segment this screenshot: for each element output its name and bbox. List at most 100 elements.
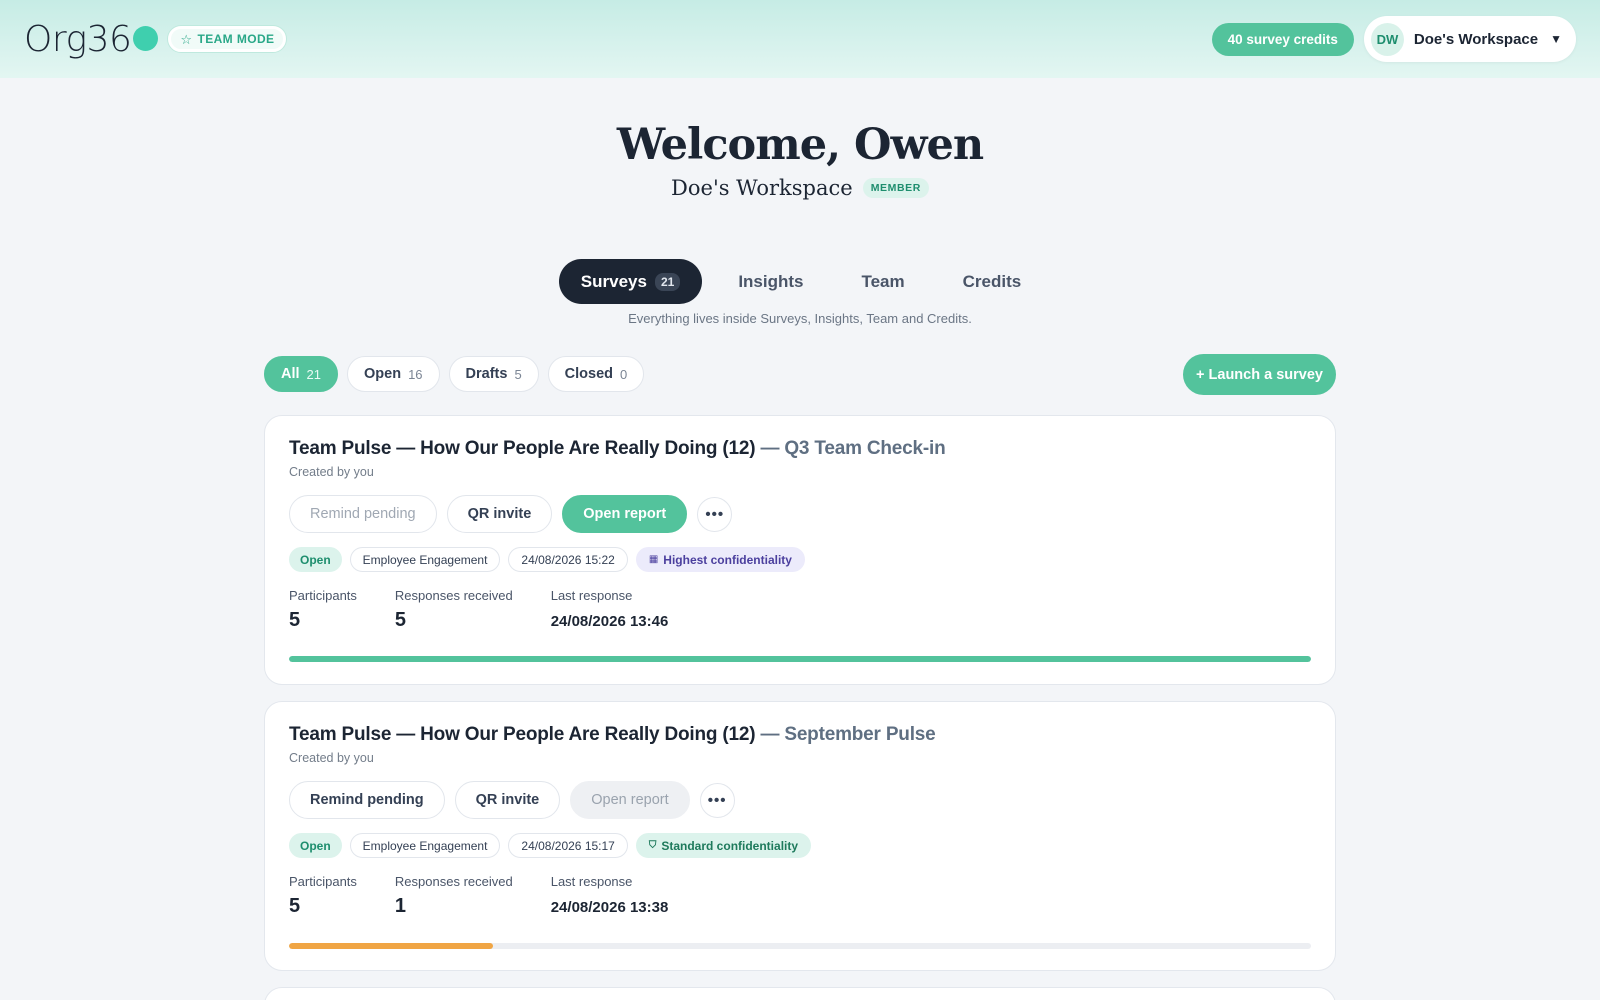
confidentiality-label: Standard confidentiality <box>661 838 799 853</box>
qr-invite-button[interactable]: QR invite <box>454 781 561 819</box>
page-title: Welcome, Owen <box>616 120 984 170</box>
response-progress-bar <box>289 943 1311 949</box>
filter-all[interactable]: All 21 <box>264 356 338 392</box>
more-options-icon[interactable]: ••• <box>699 782 735 818</box>
tab-credits[interactable]: Credits <box>941 259 1044 304</box>
tabs-hint: Everything lives inside Surveys, Insight… <box>628 311 972 326</box>
survey-filters: All 21 Open 16 Drafts 5 Closed 0 <box>264 356 645 392</box>
remind-pending-button[interactable]: Remind pending <box>289 495 437 533</box>
survey-card: Team Pulse — How Our People Are Really D… <box>264 701 1336 971</box>
stat-participants: Participants 5 <box>289 588 357 632</box>
status-badge: Open <box>289 833 342 858</box>
stat-responses: Responses received 5 <box>395 588 513 632</box>
datetime-tag: 24/08/2026 15:22 <box>508 547 628 572</box>
stat-value: 5 <box>289 609 301 631</box>
survey-card <box>264 987 1336 1000</box>
tab-label: Team <box>861 271 905 291</box>
stat-label: Responses received <box>394 588 513 603</box>
survey-card: Team Pulse — How Our People Are Really D… <box>264 415 1336 685</box>
tab-label: Insights <box>738 271 804 291</box>
logo-dot <box>133 25 159 51</box>
confidentiality-tag: ⛉ Standard confidentiality <box>635 833 812 858</box>
survey-title[interactable]: Team Pulse — How Our People Are Really D… <box>289 438 1311 460</box>
survey-credits-pill[interactable]: 40 survey credits <box>1211 22 1354 56</box>
avatar: DW <box>1370 22 1404 56</box>
caret-down-icon: ▼ <box>1550 32 1562 46</box>
filter-drafts[interactable]: Drafts 5 <box>448 356 539 392</box>
more-options-icon[interactable]: ••• <box>697 496 733 532</box>
workspace-switcher[interactable]: DW Doe's Workspace ▼ <box>1363 16 1576 62</box>
stat-responses: Responses received 1 <box>395 874 513 918</box>
stat-label: Participants <box>289 588 357 603</box>
tab-count-badge: 21 <box>654 272 681 291</box>
stat-value: 5 <box>289 895 301 917</box>
open-report-button[interactable]: Open report <box>570 781 690 819</box>
header-right: 40 survey credits DW Doe's Workspace ▼ <box>1211 16 1576 62</box>
stat-label: Last response <box>550 588 633 603</box>
main-tabs: Surveys 21 Insights Team Credits <box>0 259 1600 304</box>
survey-stats: Participants 5 Responses received 5 Last… <box>289 588 1311 632</box>
workspace-name: Doe's Workspace <box>1413 30 1539 48</box>
team-mode-badge: ☆ TEAM MODE <box>168 26 287 52</box>
response-progress-fill <box>289 656 1311 662</box>
logo-text: Org36 <box>24 18 132 60</box>
brand: Org36 ☆ TEAM MODE <box>24 18 287 60</box>
survey-creator: Created by you <box>289 751 374 765</box>
category-tag: Employee Engagement <box>349 833 501 858</box>
survey-title-text: Team Pulse — How Our People Are Really D… <box>289 724 756 745</box>
title-separator: — <box>755 724 785 745</box>
stat-value: 24/08/2026 13:46 <box>550 613 669 630</box>
qr-invite-button[interactable]: QR invite <box>446 495 553 533</box>
launch-survey-button[interactable]: + Launch a survey <box>1183 354 1336 395</box>
open-report-button[interactable]: Open report <box>562 495 688 533</box>
survey-creator: Created by you <box>289 465 374 479</box>
survey-title[interactable]: Team Pulse — How Our People Are Really D… <box>289 724 1311 746</box>
workspace-subtitle: Doe's Workspace MEMBER <box>0 176 1600 200</box>
stat-last-response: Last response 24/08/2026 13:38 <box>551 874 669 918</box>
stat-label: Participants <box>289 874 357 889</box>
filter-count: 21 <box>306 366 321 382</box>
stat-value: 5 <box>394 609 407 631</box>
shield-icon: ⛉ <box>648 840 657 851</box>
remind-pending-button[interactable]: Remind pending <box>289 781 445 819</box>
welcome-section: Welcome, Owen Doe's Workspace MEMBER <box>0 120 1600 200</box>
filter-closed[interactable]: Closed 0 <box>547 356 645 392</box>
tab-team[interactable]: Team <box>839 259 926 304</box>
building-icon: ▦ <box>648 554 659 565</box>
top-bar: Org36 ☆ TEAM MODE 40 survey credits DW D… <box>0 0 1600 78</box>
role-badge: MEMBER <box>862 178 929 198</box>
stat-last-response: Last response 24/08/2026 13:46 <box>551 588 669 632</box>
filter-label: Closed <box>564 366 614 382</box>
team-mode-label: TEAM MODE <box>197 32 275 46</box>
filter-count: 0 <box>620 366 628 382</box>
survey-actions: Remind pending QR invite Open report ••• <box>289 495 1311 533</box>
stat-value: 1 <box>394 895 407 917</box>
status-badge: Open <box>289 547 342 572</box>
filter-count: 5 <box>514 366 522 382</box>
logo[interactable]: Org36 <box>24 18 159 60</box>
stat-participants: Participants 5 <box>289 874 357 918</box>
tab-insights[interactable]: Insights <box>716 259 825 304</box>
survey-campaign: Q3 Team Check-in <box>784 438 946 459</box>
tab-surveys[interactable]: Surveys 21 <box>558 259 703 304</box>
datetime-tag: 24/08/2026 15:17 <box>508 833 628 858</box>
filter-count: 16 <box>408 366 423 382</box>
survey-campaign: September Pulse <box>784 724 936 745</box>
category-tag: Employee Engagement <box>349 547 501 572</box>
confidentiality-tag: ▦ Highest confidentiality <box>635 547 805 572</box>
filter-label: Drafts <box>465 366 508 382</box>
filter-open[interactable]: Open 16 <box>347 356 440 392</box>
survey-tags: Open Employee Engagement 24/08/2026 15:2… <box>289 547 1311 572</box>
survey-title-text: Team Pulse — How Our People Are Really D… <box>289 438 756 459</box>
survey-actions: Remind pending QR invite Open report ••• <box>289 781 1311 819</box>
tab-label: Credits <box>962 271 1022 291</box>
response-progress-bar <box>289 656 1311 662</box>
tab-label: Surveys <box>580 271 647 291</box>
stat-label: Responses received <box>394 874 513 889</box>
title-separator: — <box>755 438 785 459</box>
confidentiality-label: Highest confidentiality <box>663 552 792 567</box>
stat-value: 24/08/2026 13:38 <box>550 899 669 916</box>
filter-label: All <box>281 366 300 382</box>
stat-label: Last response <box>550 874 633 889</box>
survey-tags: Open Employee Engagement 24/08/2026 15:1… <box>289 833 1311 858</box>
